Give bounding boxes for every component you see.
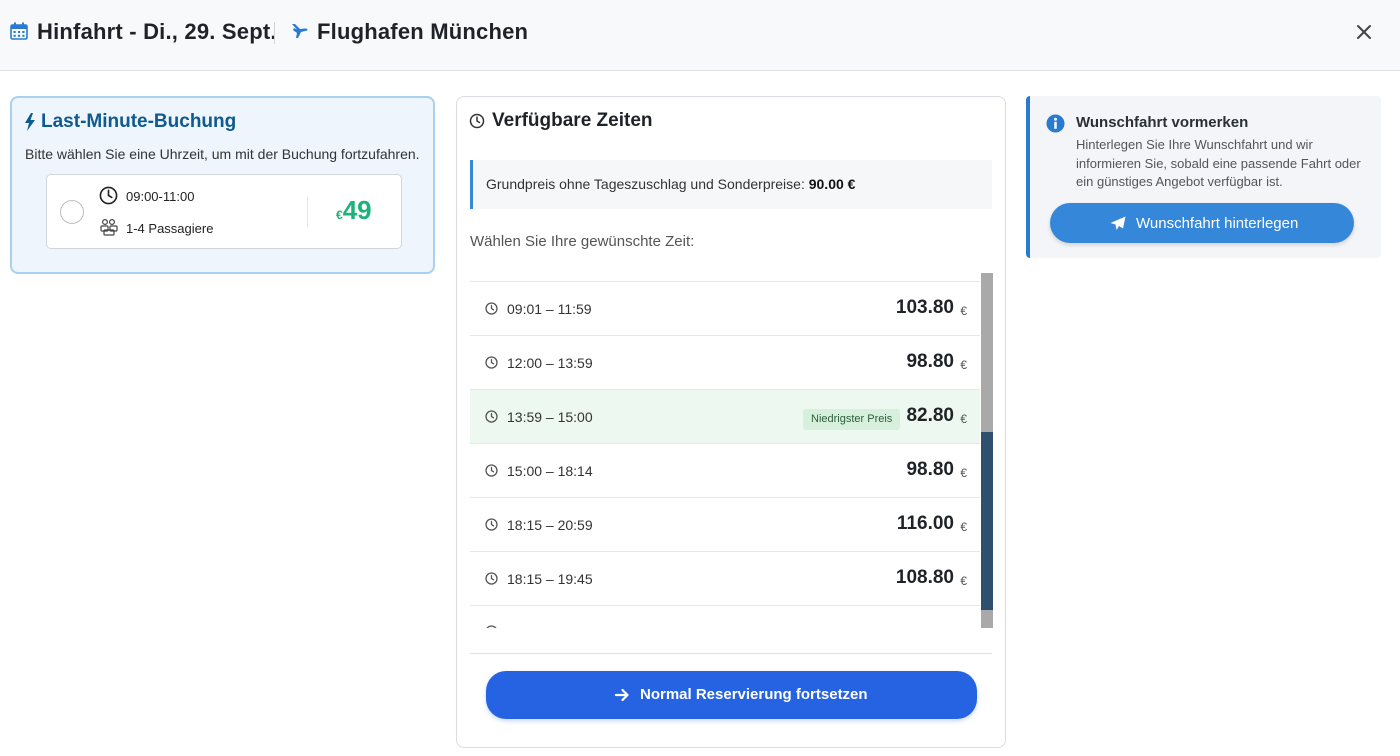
info-icon: [1046, 114, 1065, 133]
close-icon[interactable]: [1352, 20, 1376, 44]
wish-title: Wunschfahrt vormerken: [1076, 114, 1249, 131]
time-row[interactable]: 09:01 – 11:59 103.80 €: [470, 282, 980, 336]
modal-header: Hinfahrt - Di., 29. Sept. Flughafen Münc…: [0, 0, 1400, 71]
passengers-icon: [100, 218, 118, 236]
base-price-info: Grundpreis ohne Tageszuschlag und Sonder…: [470, 160, 992, 209]
wish-ride-card: Wunschfahrt vormerken Hinterlegen Sie Ih…: [1026, 96, 1381, 258]
wish-button-label: Wunschfahrt hinterlegen: [1136, 215, 1299, 232]
time-row[interactable]: 12:00 – 13:59 98.80 €: [470, 336, 980, 390]
option-divider: [307, 197, 308, 227]
time-row[interactable]: 15:00 – 18:14 98.80 €: [470, 444, 980, 498]
arrow-right-icon: [615, 688, 629, 702]
wish-ride-button[interactable]: Wunschfahrt hinterlegen: [1050, 203, 1354, 243]
page-title: Hinfahrt - Di., 29. Sept.: [37, 19, 277, 44]
last-minute-option[interactable]: 09:00-11:00 1-4 Passagiere €49: [46, 174, 402, 249]
last-minute-card: Last-Minute-Buchung Bitte wählen Sie ein…: [10, 96, 435, 274]
option-radio[interactable]: [60, 200, 84, 224]
row-currency: €: [960, 574, 967, 588]
lowest-price-badge: Niedrigster Preis: [803, 409, 901, 430]
row-price: 116.00: [896, 513, 954, 534]
row-currency: €: [960, 304, 967, 318]
bolt-icon: [25, 113, 35, 131]
option-time: 09:00-11:00: [126, 189, 195, 204]
clock-icon: [485, 302, 498, 315]
time-list[interactable]: 09:01 – 11:59 103.80 €12:00 – 13:59 98.80 €1…: [470, 273, 993, 628]
row-time: 13:59 – 15:00: [507, 409, 593, 425]
available-times-panel: Verfügbare Zeiten Grundpreis ohne Tagesz…: [456, 96, 1006, 748]
clock-icon: [485, 356, 498, 369]
option-price: €49: [336, 195, 372, 226]
destination-title: Flughafen München: [317, 19, 529, 44]
row-currency: €: [960, 520, 967, 534]
clock-icon: [485, 410, 498, 423]
row-time: 18:15 – 19:45: [507, 571, 593, 587]
row-currency: €: [960, 358, 967, 372]
base-price-value: 90.00 €: [808, 176, 856, 192]
scrollbar-thumb[interactable]: [981, 432, 993, 610]
calendar-icon: [10, 22, 28, 40]
base-price-text: Grundpreis ohne Tageszuschlag und Sonder…: [486, 176, 855, 192]
option-currency: €: [336, 208, 343, 222]
continue-reservation-button[interactable]: Normal Reservierung fortsetzen: [486, 671, 977, 719]
row-currency: €: [960, 412, 967, 426]
panel-divider: [470, 653, 992, 654]
row-time: 09:01 – 11:59: [507, 301, 592, 317]
option-passengers: 1-4 Passagiere: [126, 221, 214, 236]
row-time: 18:15 – 20:59: [507, 517, 593, 533]
last-minute-title: Last-Minute-Buchung: [41, 111, 237, 132]
clock-icon: [486, 625, 497, 628]
plane-icon: [292, 24, 308, 38]
wish-description: Hinterlegen Sie Ihre Wunschfahrt und wir…: [1076, 137, 1361, 189]
row-currency: €: [960, 466, 967, 480]
time-row[interactable]: 18:15 – 19:45 108.80 €: [470, 552, 980, 606]
available-times-title: Verfügbare Zeiten: [492, 110, 653, 131]
clock-icon: [485, 518, 498, 531]
row-time: 15:00 – 18:14: [507, 463, 593, 479]
choose-time-label: Wählen Sie Ihre gewünschte Zeit:: [470, 233, 695, 250]
row-price: 103.80: [895, 297, 954, 318]
paper-plane-icon: [1110, 216, 1126, 230]
base-price-label: Grundpreis ohne Tageszuschlag und Sonder…: [486, 176, 805, 192]
clock-icon: [469, 113, 485, 129]
clock-icon: [99, 186, 118, 205]
continue-button-label: Normal Reservierung fortsetzen: [640, 686, 868, 703]
option-price-value: 49: [342, 195, 372, 225]
header-divider: [274, 22, 275, 44]
last-minute-subtitle: Bitte wählen Sie eine Uhrzeit, um mit de…: [25, 146, 420, 162]
row-price: 82.80: [906, 405, 954, 426]
clock-icon: [485, 464, 498, 477]
row-time: 12:00 – 13:59: [507, 355, 593, 371]
row-price: 98.80: [906, 351, 954, 372]
time-row[interactable]: 13:59 – 15:00 Niedrigster Preis 82.80 €: [470, 390, 980, 444]
row-price: 108.80: [895, 567, 954, 588]
time-row[interactable]: 18:15 – 20:59 116.00 €: [470, 498, 980, 552]
clock-icon: [485, 572, 498, 585]
row-price: 98.80: [906, 459, 954, 480]
